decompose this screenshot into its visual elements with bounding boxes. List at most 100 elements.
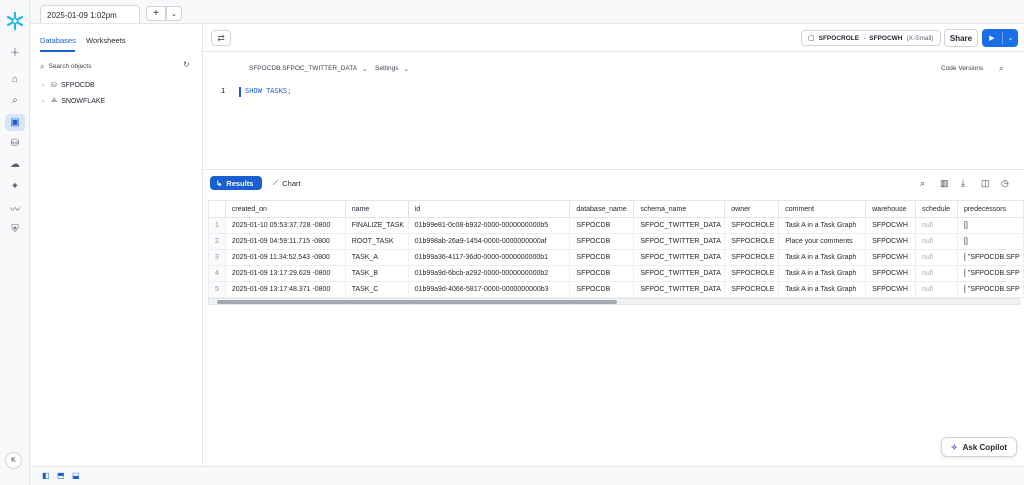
snowflake-logo-icon[interactable] — [5, 11, 25, 31]
table-cell[interactable]: [] — [956, 217, 1024, 234]
home-icon[interactable]: ⌂ — [5, 71, 25, 88]
table-cell[interactable]: null — [915, 217, 958, 234]
search-icon[interactable]: ⌕ — [5, 92, 25, 109]
column-header[interactable]: database_name — [569, 200, 635, 218]
tree-item-snowflake[interactable]: › ⟁ SNOWFLAKE — [42, 97, 105, 105]
projects-icon[interactable]: ▣ — [5, 114, 25, 131]
add-worksheet-button[interactable]: + — [146, 6, 166, 21]
table-cell[interactable]: SFPOCDB — [569, 217, 635, 234]
ask-copilot-button[interactable]: ✧ Ask Copilot — [941, 437, 1017, 457]
table-cell[interactable]: 2025-01-09 04:59:11.715 -0800 — [224, 233, 346, 250]
table-cell[interactable]: SFPOCDB — [569, 249, 635, 266]
column-header[interactable]: schedule — [915, 200, 958, 218]
table-row[interactable]: 4 2025-01-09 13:17:29.629 -0800 TASK_B 01b9… — [208, 265, 1024, 282]
search-icon[interactable]: ⌕ — [920, 178, 925, 189]
column-header[interactable]: schema_name — [633, 200, 726, 218]
role-warehouse-selector[interactable]: ▢ SFPOCROLE › SFPOCWH (X-Small) — [801, 30, 941, 46]
scroll-thumb[interactable] — [217, 300, 617, 304]
table-cell[interactable]: 2025-01-09 13:17:48.371 -0800 — [224, 281, 346, 298]
table-cell[interactable]: TASK_A — [344, 249, 409, 266]
table-cell[interactable]: SFPOCROLE — [724, 233, 780, 250]
admin-icon[interactable]: ⛨ — [5, 221, 25, 238]
column-header[interactable]: comment — [778, 200, 867, 218]
chevron-down-icon[interactable]: ⌄ — [1003, 34, 1018, 42]
table-cell[interactable]: SFPOCROLE — [724, 217, 780, 234]
table-cell[interactable]: [ "SFPOCDB.SFP — [956, 265, 1024, 282]
tab-results[interactable]: ↳ Results — [210, 176, 262, 190]
data-products-icon[interactable]: ☁ — [5, 156, 25, 173]
layout-top-icon[interactable]: ⬒ — [57, 471, 65, 480]
table-cell[interactable]: SFPOC_TWITTER_DATA — [633, 217, 726, 234]
table-cell[interactable]: SFPOC_TWITTER_DATA — [633, 249, 726, 266]
create-icon[interactable]: ＋ — [5, 43, 25, 60]
table-cell[interactable]: [ "SFPOCDB.SFP — [956, 281, 1024, 298]
table-cell[interactable]: null — [915, 281, 958, 298]
table-cell[interactable]: 2025-01-10 05:53:37.728 -0800 — [224, 217, 346, 234]
table-cell[interactable]: Task A in a Task Graph — [778, 217, 867, 234]
column-header[interactable]: predecessors — [956, 200, 1024, 218]
table-cell[interactable]: null — [915, 265, 958, 282]
download-icon[interactable]: ⤓ — [961, 178, 965, 189]
table-cell[interactable]: SFPOCWH — [865, 217, 917, 234]
layout-bottom-icon[interactable]: ⬓ — [72, 471, 80, 480]
table-cell[interactable]: FINALIZE_TASK — [344, 217, 409, 234]
table-cell[interactable]: 01b998ab-26a9-1454-0000-0000000000af — [407, 233, 571, 250]
table-cell[interactable]: ROOT_TASK — [344, 233, 409, 250]
avatar[interactable]: K — [5, 452, 22, 469]
share-button[interactable]: Share — [944, 29, 978, 47]
search-objects-placeholder[interactable]: Search objects — [48, 63, 91, 70]
table-row[interactable]: 5 2025-01-09 13:17:48.371 -0800 TASK_C 01b9… — [208, 281, 1024, 298]
layout-left-icon[interactable]: ◧ — [42, 471, 50, 480]
chevron-down-icon[interactable]: ⌄ — [166, 6, 182, 21]
column-header[interactable]: name — [344, 200, 409, 218]
table-cell[interactable]: SFPOCDB — [569, 265, 635, 282]
table-cell[interactable]: SFPOCWH — [865, 281, 917, 298]
table-cell[interactable]: SFPOCROLE — [724, 265, 780, 282]
tab-chart[interactable]: ⟋ Chart — [273, 178, 301, 188]
columns-icon[interactable]: ▥ — [940, 178, 949, 189]
column-header[interactable]: owner — [724, 200, 780, 218]
table-cell[interactable]: SFPOCDB — [569, 233, 635, 250]
table-cell[interactable]: Task A in a Task Graph — [778, 265, 867, 282]
chevron-right-icon[interactable]: › — [42, 82, 47, 89]
table-cell[interactable]: 01b99a9d-6bcb-a292-0000-0000000000b2 — [407, 265, 571, 282]
code-versions-button[interactable]: Code Versions — [941, 65, 983, 72]
table-cell[interactable]: 01b99a36-4117-36d0-0000-0000000000b1 — [407, 249, 571, 266]
code-editor[interactable]: 1 SHOW TASKS; — [203, 84, 1024, 170]
chevron-right-icon[interactable]: › — [42, 98, 47, 105]
search-icon[interactable]: ⌕ — [999, 63, 1004, 74]
table-cell[interactable]: SFPOC_TWITTER_DATA — [633, 265, 726, 282]
monitoring-icon[interactable]: 〰 — [5, 200, 25, 217]
ai-ml-icon[interactable]: ✦ — [5, 178, 25, 195]
table-cell[interactable]: SFPOC_TWITTER_DATA — [633, 281, 726, 298]
table-cell[interactable]: 01b99a9d-4066-5817-0000-0000000000b3 — [407, 281, 571, 298]
refresh-icon[interactable]: ↻ — [183, 60, 190, 69]
tab-databases[interactable]: Databases — [40, 36, 76, 45]
table-cell[interactable]: TASK_B — [344, 265, 409, 282]
table-cell[interactable]: [ "SFPOCDB.SFP — [956, 249, 1024, 266]
tree-item-sfpocdb[interactable]: › ⛁ SFPOCDB — [42, 81, 95, 90]
table-cell[interactable]: SFPOCROLE — [724, 281, 780, 298]
table-cell[interactable]: Place your comments — [778, 233, 867, 250]
table-cell[interactable]: null — [915, 249, 958, 266]
code-line[interactable]: SHOW TASKS; — [245, 87, 291, 95]
table-cell[interactable]: SFPOCDB — [569, 281, 635, 298]
history-icon[interactable]: ◷ — [1001, 178, 1009, 189]
settings-menu[interactable]: Settings ⌄ — [375, 65, 409, 73]
play-icon[interactable]: ▶ — [982, 34, 1002, 42]
table-cell[interactable]: SFPOC_TWITTER_DATA — [633, 233, 726, 250]
table-cell[interactable]: 2025-01-09 11:34:52.543 -0800 — [224, 249, 346, 266]
run-button[interactable]: ▶ ⌄ — [982, 29, 1018, 47]
table-cell[interactable]: TASK_C — [344, 281, 409, 298]
table-cell[interactable]: SFPOCWH — [865, 265, 917, 282]
worksheet-tab[interactable]: 2025-01-09 1:02pm — [40, 5, 140, 23]
horizontal-scrollbar[interactable] — [208, 298, 1020, 305]
table-cell[interactable]: SFPOCWH — [865, 233, 917, 250]
table-cell[interactable]: Task A in a Task Graph — [778, 281, 867, 298]
table-cell[interactable]: 01b99e81-0c08-b932-0000-0000000000b5 — [407, 217, 571, 234]
table-row[interactable]: 1 2025-01-10 05:53:37.728 -0800 FINALIZE_T… — [208, 217, 1024, 234]
column-header[interactable]: id — [407, 200, 571, 218]
table-cell[interactable]: SFPOCWH — [865, 249, 917, 266]
toggle-panel-icon[interactable]: ⇄ — [211, 30, 231, 46]
table-cell[interactable]: null — [915, 233, 958, 250]
